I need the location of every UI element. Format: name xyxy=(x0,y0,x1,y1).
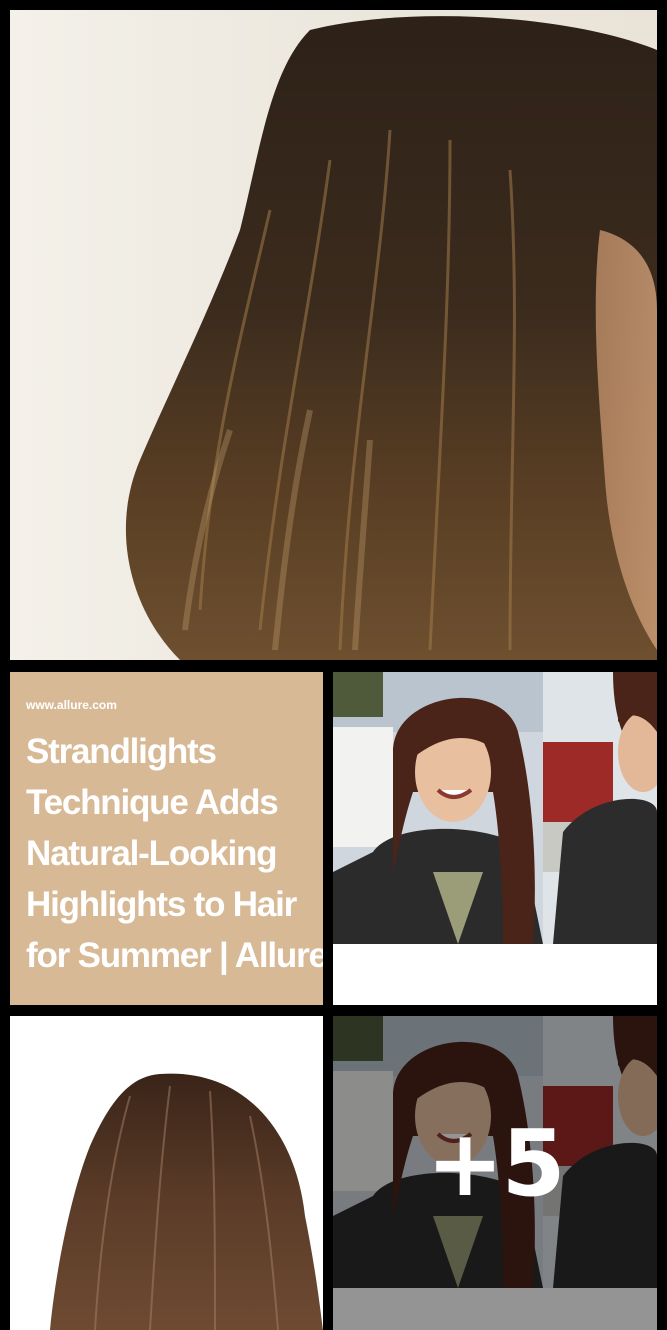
article-card[interactable]: www.allure.com Strandlights Technique Ad… xyxy=(10,672,323,1005)
gallery-tile-3[interactable] xyxy=(333,672,657,1005)
more-count-label: +5 xyxy=(426,1110,565,1217)
article-title: Strandlights Technique Adds Natural-Look… xyxy=(26,732,323,975)
tile-caption-area xyxy=(333,944,657,1005)
source-site: www.allure.com xyxy=(26,698,117,712)
gallery-tile-1[interactable] xyxy=(10,10,657,660)
hair-photo-large xyxy=(125,16,657,660)
selfie-collage-photo xyxy=(333,672,657,944)
back-of-head-photo xyxy=(50,1073,323,1330)
gallery-tile-5-more[interactable]: +5 xyxy=(333,1016,657,1330)
gallery-tile-4[interactable] xyxy=(10,1016,323,1330)
